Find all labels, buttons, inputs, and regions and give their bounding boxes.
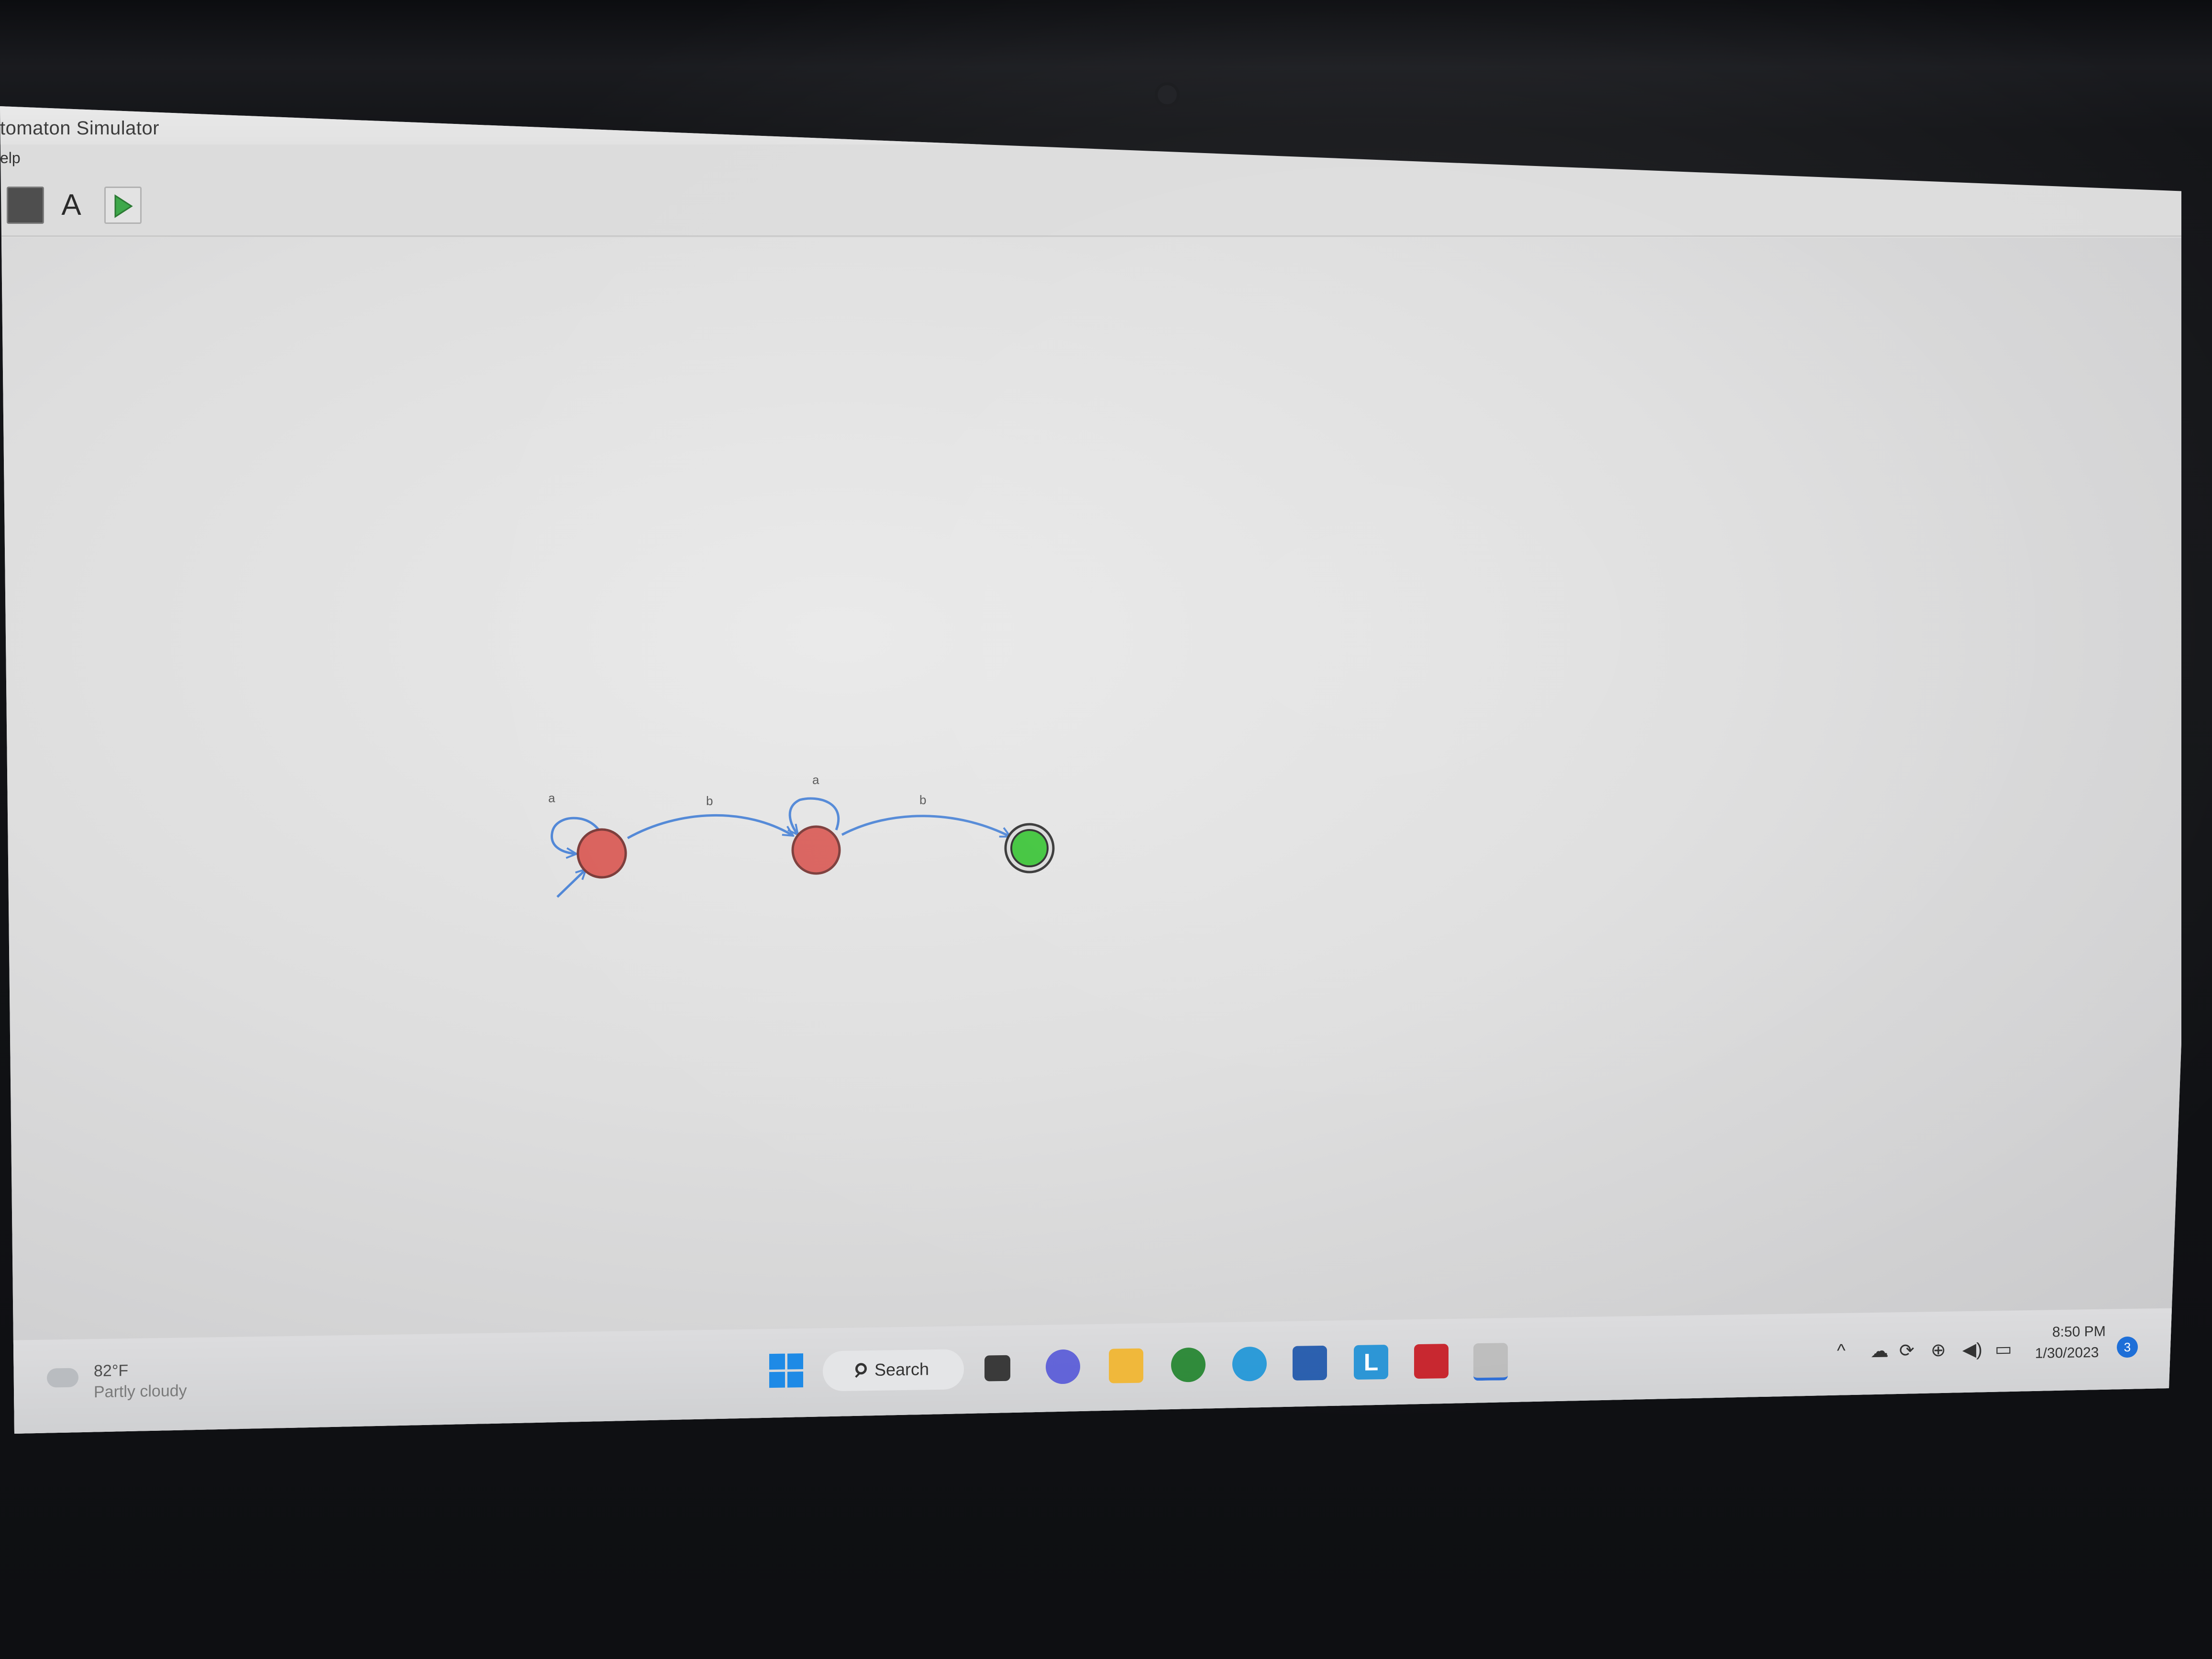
weather-temperature[interactable]: 82°F <box>94 1361 128 1381</box>
state-s0[interactable] <box>576 828 627 879</box>
teams-icon[interactable] <box>1046 1349 1080 1384</box>
windows-start-icon[interactable] <box>769 1353 804 1388</box>
search-label: Search <box>874 1359 929 1380</box>
clock-date[interactable]: 1/30/2023 <box>2035 1345 2099 1362</box>
start-arrow <box>556 869 586 898</box>
task-view-icon[interactable] <box>984 1355 1010 1382</box>
window-title: tomaton Simulator <box>0 118 160 139</box>
system-tray: ^ ☁ ⟳ ⊕ ◀) ▭ <box>1837 1338 2028 1370</box>
label-s1-s1: a <box>812 773 819 787</box>
webcam <box>1158 85 1177 104</box>
taskbar-search[interactable]: Search <box>823 1349 964 1392</box>
onedrive-icon[interactable]: ☁ <box>1870 1340 1889 1362</box>
menu-help[interactable]: elp <box>0 149 21 167</box>
l-app-icon[interactable]: L <box>1354 1344 1388 1380</box>
label-s1-s2: b <box>919 793 926 807</box>
state-s2[interactable] <box>1010 829 1049 867</box>
network-icon[interactable]: ⊕ <box>1931 1339 1946 1361</box>
automaton-canvas[interactable]: a b a b abaab ◀ <box>0 238 2181 1434</box>
automaton-diagram: a b a b <box>548 773 1055 898</box>
label-s0-s1: b <box>706 794 713 808</box>
transition-s1-s2 <box>841 815 1010 838</box>
edge-icon[interactable] <box>1232 1346 1267 1382</box>
notification-badge[interactable]: 3 <box>2117 1336 2138 1358</box>
chevron-up-icon[interactable]: ^ <box>1837 1341 1846 1361</box>
cloud-icon[interactable] <box>47 1368 78 1388</box>
mcafee-icon[interactable] <box>1414 1344 1449 1379</box>
transition-s0-s1 <box>627 814 793 840</box>
volume-icon[interactable]: ◀) <box>1962 1339 1982 1361</box>
state-s1[interactable] <box>791 825 841 875</box>
text-tool-button[interactable]: A <box>53 187 90 224</box>
play-icon <box>114 194 133 218</box>
toolbar: A – <box>0 178 2181 292</box>
file-explorer-icon[interactable] <box>1109 1348 1143 1383</box>
search-icon <box>855 1363 867 1375</box>
run-button[interactable] <box>104 187 142 224</box>
xbox-icon[interactable] <box>1171 1347 1206 1382</box>
java-app-icon[interactable] <box>1473 1343 1508 1381</box>
monitor-screen: tomaton Simulator elp A – <box>0 106 2181 1434</box>
store-icon[interactable] <box>1293 1345 1327 1381</box>
label-s0-s0: a <box>548 791 555 805</box>
weather-condition[interactable]: Partly cloudy <box>94 1382 187 1402</box>
state-tool-button[interactable] <box>7 187 44 224</box>
photo-scene: tomaton Simulator elp A – <box>0 0 2212 1659</box>
sync-icon[interactable]: ⟳ <box>1899 1340 1914 1361</box>
battery-icon[interactable]: ▭ <box>1995 1338 2012 1360</box>
menu-bar: elp <box>0 149 287 173</box>
window-titlebar[interactable]: tomaton Simulator <box>0 106 2181 144</box>
clock-time[interactable]: 8:50 PM <box>2052 1324 2106 1341</box>
